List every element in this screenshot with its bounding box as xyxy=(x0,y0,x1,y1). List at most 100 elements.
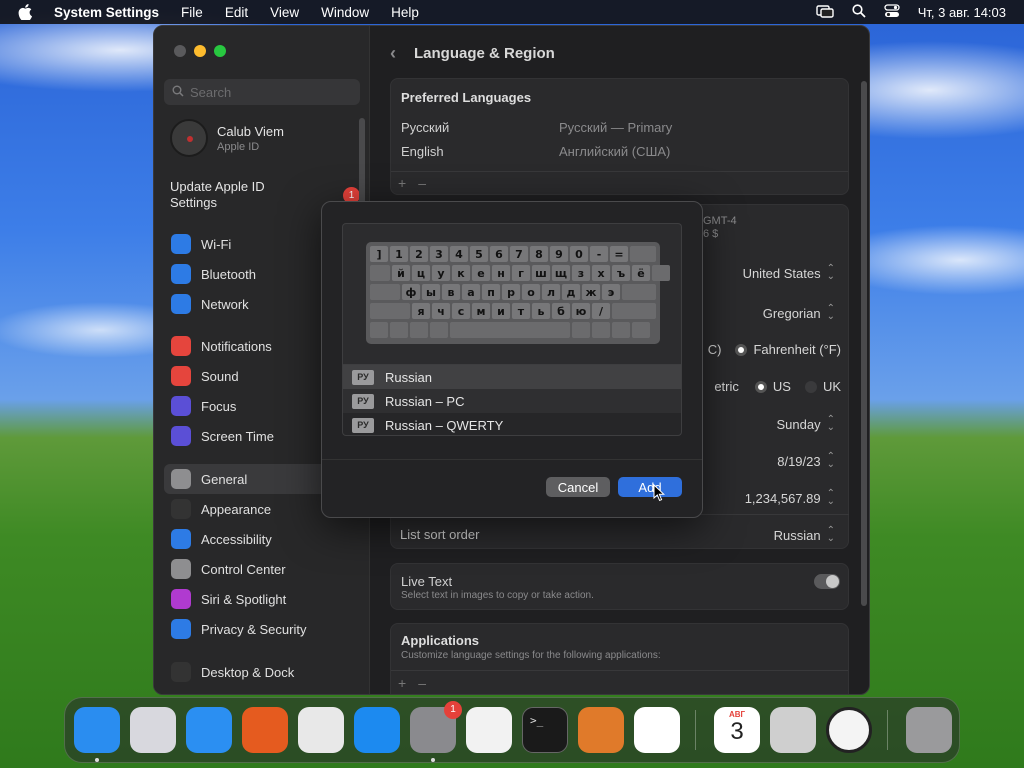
sort-order-popup[interactable]: Russian ⌃ ⌄ xyxy=(773,526,835,544)
safari-icon[interactable] xyxy=(186,707,232,753)
close-window-button[interactable] xyxy=(174,45,186,57)
cancel-button[interactable]: Cancel xyxy=(546,477,610,497)
keyboard-key: я xyxy=(412,303,430,319)
keyboard-key: ф xyxy=(402,284,420,300)
sidebar-item-siri-spotlight[interactable]: Siri & Spotlight xyxy=(164,584,360,614)
window-controls xyxy=(174,45,226,57)
firefox-icon[interactable] xyxy=(242,707,288,753)
sidebar-item-accessibility[interactable]: Accessibility xyxy=(164,524,360,554)
keyboard-key: 2 xyxy=(410,246,428,262)
first-day-value: Sunday xyxy=(776,416,821,432)
input-source-badge-icon: РУ xyxy=(352,369,374,385)
calendar-popup[interactable]: Gregorian ⌃ ⌄ xyxy=(762,304,835,322)
clock-icon[interactable] xyxy=(826,707,872,753)
sidebar-item-label: Network xyxy=(201,296,249,312)
keyboard-row-space xyxy=(370,322,656,339)
sidebar-item-desktop-dock[interactable]: Desktop & Dock xyxy=(164,657,360,687)
radio-selected-icon[interactable] xyxy=(735,343,748,356)
timezone-partial: GMT-4 xyxy=(703,215,737,227)
keyboard-key: 4 xyxy=(450,246,468,262)
menubar-clock[interactable]: Чт, 3 авг. 14:03 xyxy=(918,5,1006,20)
date-format-popup[interactable]: 8/19/23 ⌃ ⌄ xyxy=(777,452,835,470)
speaker-icon xyxy=(171,366,191,386)
layout-list: РУ Russian РУ Russian – PC РУ Russian – QWERT… xyxy=(342,364,682,436)
minimize-window-button[interactable] xyxy=(194,45,206,57)
keyboard-modifier-key xyxy=(370,322,388,338)
keyboard-key: ш xyxy=(532,265,550,281)
radio-selected-icon[interactable] xyxy=(754,380,767,393)
celsius-option-label[interactable]: C) xyxy=(708,342,722,357)
menu-help[interactable]: Help xyxy=(391,5,419,20)
garageband-icon[interactable] xyxy=(578,707,624,753)
menu-view[interactable]: View xyxy=(270,5,299,20)
sidebar-item-label: Privacy & Security xyxy=(201,621,307,637)
sort-order-value: Russian xyxy=(773,527,821,543)
spotlight-search-icon[interactable] xyxy=(852,3,866,21)
keyboard-key: 9 xyxy=(550,246,568,262)
region-popup[interactable]: United States ⌃ ⌄ xyxy=(743,264,835,282)
live-text-toggle[interactable] xyxy=(814,574,840,589)
keyboard-key: й xyxy=(392,265,410,281)
keyboard-key: к xyxy=(452,265,470,281)
apple-menu-icon[interactable] xyxy=(18,4,36,20)
sidebar-item-label: Appearance xyxy=(201,501,272,517)
remove-language-button[interactable]: – xyxy=(418,175,426,191)
divider xyxy=(391,171,848,172)
keyboard-key: щ xyxy=(552,265,570,281)
sidebar-item-control-center[interactable]: Control Center xyxy=(164,554,360,584)
back-chevron-icon[interactable]: ‹ xyxy=(390,43,396,64)
calendar-icon[interactable]: АВГ 3 xyxy=(714,707,760,753)
layout-option-russian-pc[interactable]: РУ Russian – PC xyxy=(343,389,681,413)
layout-option-russian-qwerty[interactable]: РУ Russian – QWERTY xyxy=(343,413,681,437)
launchpad-icon[interactable] xyxy=(130,707,176,753)
uk-option-label: UK xyxy=(822,379,841,394)
calculator-icon[interactable] xyxy=(770,707,816,753)
app-store-icon[interactable] xyxy=(354,707,400,753)
calendar-value: Gregorian xyxy=(762,305,821,321)
keyboard-key: 1 xyxy=(390,246,408,262)
trash-icon[interactable] xyxy=(906,707,952,753)
menu-window[interactable]: Window xyxy=(321,5,369,20)
keyboard-key: м xyxy=(472,303,490,319)
content-scrollbar[interactable] xyxy=(861,81,867,606)
search-icon xyxy=(172,85,184,100)
live-text-subtitle: Select text in images to copy or take ac… xyxy=(401,590,594,601)
avatar xyxy=(170,119,208,157)
sidebar-item-privacy-security[interactable]: Privacy & Security xyxy=(164,614,360,644)
menu-app-name[interactable]: System Settings xyxy=(54,5,159,20)
layout-option-russian[interactable]: РУ Russian xyxy=(343,365,681,389)
keyboard-row: ] 1 2 3 4 5 6 7 8 9 0- = xyxy=(370,246,656,263)
chrome-icon[interactable] xyxy=(298,707,344,753)
update-label: Update Apple ID Settings xyxy=(170,179,265,210)
keyboard-key: ь xyxy=(532,303,550,319)
sidebar-item-label: Focus xyxy=(201,398,237,414)
system-settings-icon[interactable]: 1 xyxy=(410,701,462,753)
sidebar-item-label: Siri & Spotlight xyxy=(201,591,287,607)
add-button[interactable]: Add xyxy=(618,477,682,497)
finder-icon[interactable] xyxy=(74,707,120,753)
add-language-button[interactable]: + xyxy=(398,175,406,191)
control-center-menubar-icon[interactable] xyxy=(884,3,900,21)
search-input[interactable] xyxy=(190,84,350,100)
language-row-english[interactable]: English Английский (США) xyxy=(401,144,670,159)
screen-mirroring-icon[interactable] xyxy=(816,4,834,21)
metric-option-label[interactable]: etric xyxy=(714,379,739,394)
menu-file[interactable]: File xyxy=(181,5,203,20)
live-text-section: Live Text Select text in images to copy … xyxy=(390,563,849,610)
vscode-icon[interactable] xyxy=(634,707,680,753)
running-indicator xyxy=(431,758,435,762)
add-application-button[interactable]: + xyxy=(398,675,406,691)
radio-unselected-icon[interactable] xyxy=(804,380,817,393)
menu-edit[interactable]: Edit xyxy=(225,5,248,20)
language-row-russian[interactable]: Русский Русский — Primary xyxy=(401,120,672,135)
number-format-popup[interactable]: 1,234,567.89 ⌃ ⌄ xyxy=(745,489,835,507)
apple-id-account[interactable]: Calub Viem Apple ID xyxy=(170,119,284,157)
remove-application-button[interactable]: – xyxy=(418,675,426,691)
zoom-window-button[interactable] xyxy=(214,45,226,57)
keyboard-row: йцукенгшщзхъё xyxy=(370,265,670,282)
layout-option-label: Russian – QWERTY xyxy=(385,417,504,433)
applications-subtitle: Customize language settings for the foll… xyxy=(401,650,661,661)
textedit-icon[interactable] xyxy=(466,707,512,753)
first-day-popup[interactable]: Sunday ⌃ ⌄ xyxy=(776,415,835,433)
terminal-icon[interactable]: >_ xyxy=(522,707,568,753)
